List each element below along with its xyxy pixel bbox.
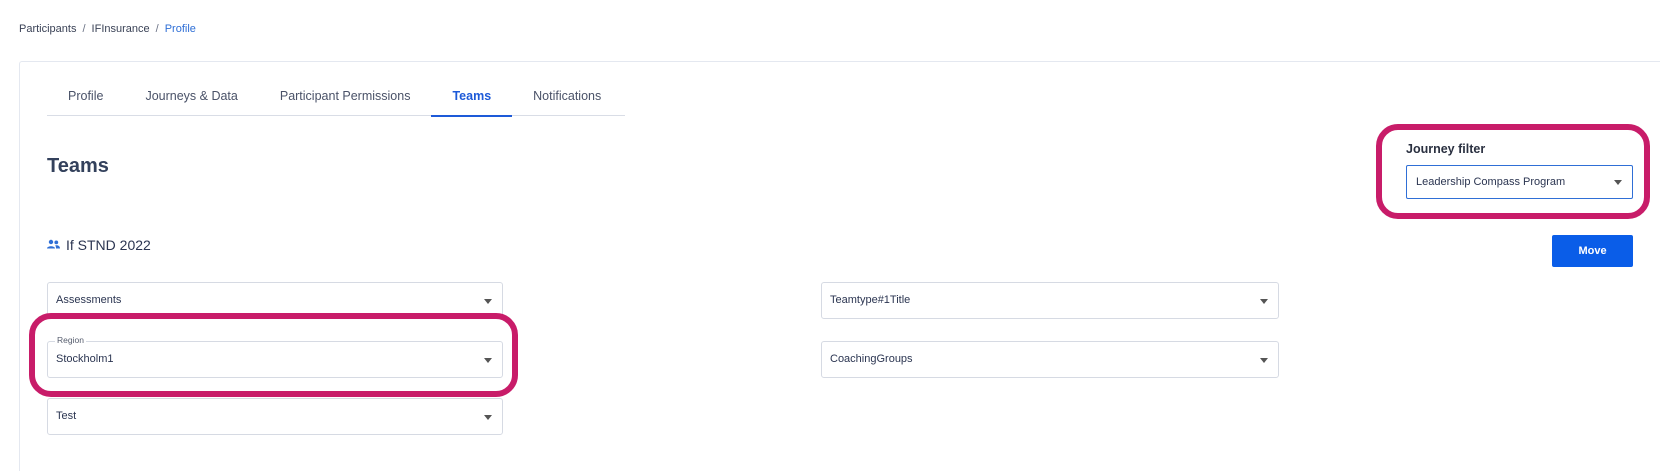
- team-header: If STND 2022: [47, 236, 151, 254]
- tab-notifications[interactable]: Notifications: [512, 76, 622, 116]
- users-icon: [47, 236, 60, 254]
- journey-filter-select[interactable]: Leadership Compass Program: [1406, 165, 1633, 199]
- chevron-down-icon: [1260, 298, 1268, 304]
- chevron-down-icon: [484, 414, 492, 420]
- assessments-value: Assessments: [56, 294, 122, 306]
- test-value: Test: [56, 410, 77, 422]
- journey-filter-label: Journey filter: [1406, 142, 1486, 156]
- chevron-down-icon: [1260, 357, 1268, 363]
- tab-bar: Profile Journeys & Data Participant Perm…: [47, 76, 625, 117]
- coaching-groups-value: CoachingGroups: [830, 353, 913, 365]
- breadcrumb-separator: /: [155, 23, 159, 35]
- region-label: Region: [55, 334, 86, 346]
- tab-teams[interactable]: Teams: [431, 76, 512, 117]
- breadcrumb-ifinsurance[interactable]: IFInsurance: [92, 23, 150, 35]
- page-title: Teams: [47, 155, 109, 177]
- breadcrumb-separator: /: [82, 23, 86, 35]
- chevron-down-icon: [484, 357, 492, 363]
- move-button[interactable]: Move: [1552, 235, 1633, 267]
- test-select[interactable]: Test: [47, 398, 503, 435]
- coaching-groups-select[interactable]: CoachingGroups: [821, 341, 1279, 378]
- region-select[interactable]: Region Stockholm1: [47, 334, 503, 378]
- chevron-down-icon: [484, 298, 492, 304]
- team-name: If STND 2022: [66, 237, 151, 253]
- teamtype-select[interactable]: Teamtype#1Title: [821, 282, 1279, 319]
- breadcrumb: Participants / IFInsurance / Profile: [19, 23, 196, 35]
- journey-filter-value: Leadership Compass Program: [1416, 176, 1566, 188]
- tab-participant-permissions[interactable]: Participant Permissions: [259, 76, 432, 116]
- tab-profile[interactable]: Profile: [47, 76, 124, 116]
- teamtype-value: Teamtype#1Title: [830, 294, 911, 306]
- breadcrumb-profile: Profile: [164, 23, 196, 35]
- region-value: Stockholm1: [56, 353, 114, 365]
- chevron-down-icon: [1614, 180, 1622, 185]
- tab-journeys-data[interactable]: Journeys & Data: [124, 76, 258, 116]
- breadcrumb-participants[interactable]: Participants: [19, 23, 76, 35]
